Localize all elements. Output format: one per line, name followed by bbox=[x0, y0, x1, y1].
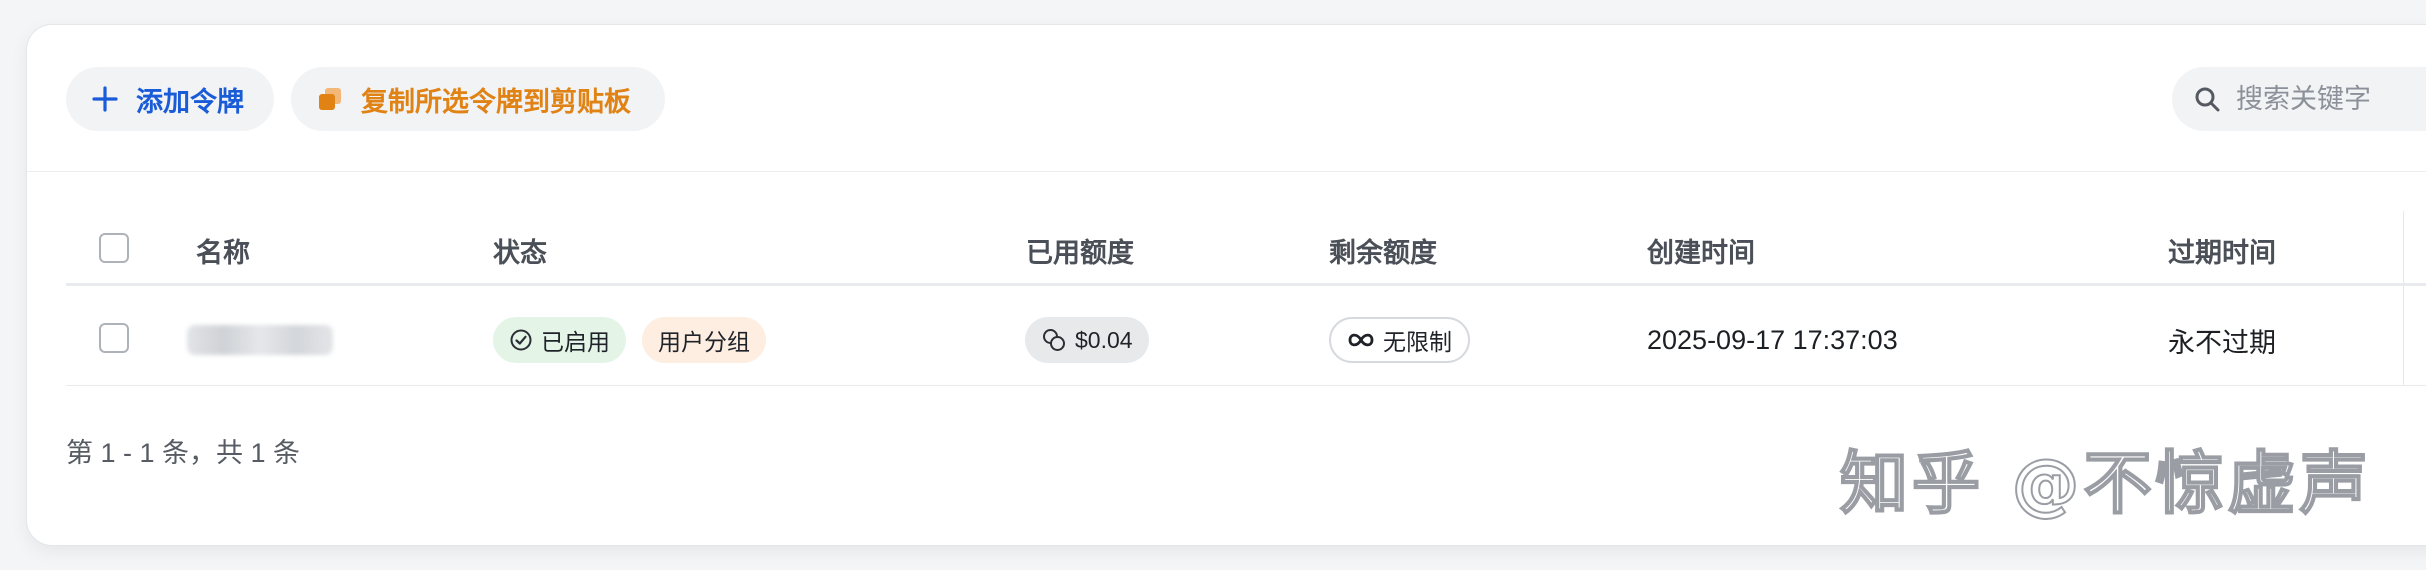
column-header-name[interactable]: 名称 bbox=[196, 231, 250, 270]
group-badge: 用户分组 bbox=[642, 317, 766, 363]
column-header-expire-time[interactable]: 过期时间 bbox=[2168, 231, 2276, 270]
search-icon bbox=[2194, 86, 2220, 112]
search-box[interactable] bbox=[2172, 67, 2426, 131]
remaining-quota-cell: 无限制 bbox=[1329, 317, 1470, 363]
token-name-cell bbox=[187, 317, 333, 363]
remaining-quota-value: 无限制 bbox=[1383, 329, 1452, 355]
select-all-checkbox[interactable] bbox=[99, 233, 129, 263]
infinity-icon bbox=[1347, 330, 1375, 350]
token-name-redacted bbox=[187, 325, 333, 355]
column-header-used-quota[interactable]: 已用额度 bbox=[1026, 231, 1134, 270]
add-token-button[interactable]: 添加令牌 bbox=[66, 67, 274, 131]
watermark-text: 知乎 @不惊虚声 bbox=[1839, 444, 2372, 525]
copy-selected-tokens-button[interactable]: 复制所选令牌到剪贴板 bbox=[291, 67, 665, 131]
pagination-summary: 第 1 - 1 条，共 1 条 bbox=[66, 438, 301, 468]
created-time-cell: 2025-09-17 17:37:03 bbox=[1647, 324, 1898, 355]
header-divider bbox=[66, 283, 2426, 286]
copy-icon bbox=[315, 84, 345, 114]
check-circle-icon bbox=[509, 328, 533, 352]
status-cell: 已启用 用户分组 bbox=[493, 317, 766, 363]
search-input[interactable] bbox=[2234, 82, 2426, 116]
column-header-created-time[interactable]: 创建时间 bbox=[1647, 231, 1755, 270]
column-divider bbox=[2403, 211, 2404, 385]
expire-time-cell: 永不过期 bbox=[2168, 327, 2276, 358]
copy-selected-tokens-label: 复制所选令牌到剪贴板 bbox=[361, 86, 631, 117]
used-quota-value: $0.04 bbox=[1075, 326, 1133, 353]
column-header-status[interactable]: 状态 bbox=[493, 231, 547, 270]
plus-icon bbox=[90, 84, 120, 114]
row-checkbox[interactable] bbox=[99, 323, 129, 353]
remaining-quota-badge: 无限制 bbox=[1329, 317, 1470, 363]
used-quota-cell: $0.04 bbox=[1025, 317, 1149, 363]
column-header-remaining-quota[interactable]: 剩余额度 bbox=[1329, 231, 1437, 270]
add-token-label: 添加令牌 bbox=[136, 86, 244, 117]
status-label: 已启用 bbox=[541, 329, 610, 355]
row-divider bbox=[66, 385, 2426, 386]
used-quota-badge: $0.04 bbox=[1025, 317, 1149, 363]
status-badge: 已启用 bbox=[493, 317, 626, 363]
coins-icon bbox=[1041, 327, 1067, 353]
toolbar: 添加令牌 复制所选令牌到剪贴板 bbox=[27, 25, 2426, 172]
